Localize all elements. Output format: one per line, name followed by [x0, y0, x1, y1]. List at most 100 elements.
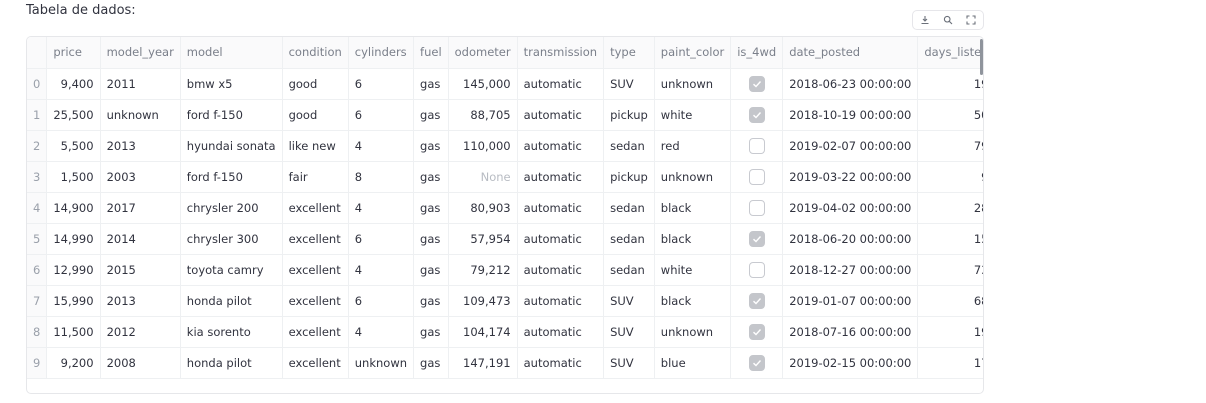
cell-model-year[interactable]: 2008 — [100, 347, 181, 379]
cell-days-listed[interactable]: 19 — [917, 68, 983, 100]
cell-date-posted[interactable]: 2018-06-23 00:00:00 — [782, 68, 919, 100]
cell-is-4wd[interactable] — [730, 254, 784, 286]
cell-type[interactable]: sedan — [603, 192, 655, 224]
cell-model[interactable]: toyota camry — [180, 254, 283, 286]
cell-odometer[interactable]: 88,705 — [448, 99, 518, 131]
cell-date-posted[interactable]: 2019-02-07 00:00:00 — [782, 130, 919, 162]
cell-odometer[interactable]: 79,212 — [448, 254, 518, 286]
cell-model-year[interactable]: 2017 — [100, 192, 181, 224]
cell-model[interactable]: chrysler 200 — [180, 192, 283, 224]
row-index[interactable]: 4 — [27, 192, 48, 224]
cell-transmission[interactable]: automatic — [517, 223, 605, 255]
vertical-scrollbar[interactable] — [980, 39, 983, 75]
column-header-transmission[interactable]: transmission — [517, 37, 605, 69]
cell-days-listed[interactable]: 73 — [917, 254, 983, 286]
cell-type[interactable]: SUV — [603, 316, 655, 348]
column-header-date-posted[interactable]: date_posted — [782, 37, 919, 69]
column-header-fuel[interactable]: fuel — [413, 37, 449, 69]
cell-type[interactable]: sedan — [603, 254, 655, 286]
cell-model-year[interactable]: 2011 — [100, 68, 181, 100]
cell-model-year[interactable]: 2013 — [100, 285, 181, 317]
table-row[interactable]: 4 14,900 2017 chrysler 200 excellent 4 gas 80,9… — [27, 192, 983, 224]
cell-is-4wd[interactable] — [730, 161, 784, 193]
column-header-cylinders[interactable]: cylinders — [348, 37, 415, 69]
cell-model[interactable]: honda pilot — [180, 285, 283, 317]
table-row[interactable]: 3 1,500 2003 ford f-150 fair 8 gas None automati… — [27, 161, 983, 193]
cell-paint-color[interactable]: black — [654, 192, 732, 224]
cell-cylinders[interactable]: 4 — [348, 254, 415, 286]
cell-days-listed[interactable]: 50 — [917, 99, 983, 131]
table-row[interactable]: 1 25,500 unknown ford f-150 good 6 gas 88,705 au… — [27, 99, 983, 131]
column-header-type[interactable]: type — [603, 37, 655, 69]
cell-transmission[interactable]: automatic — [517, 254, 605, 286]
cell-price[interactable]: 14,990 — [46, 223, 101, 255]
cell-condition[interactable]: fair — [282, 161, 349, 193]
cell-condition[interactable]: excellent — [282, 223, 349, 255]
column-header-model-year[interactable]: model_year — [100, 37, 181, 69]
cell-fuel[interactable]: gas — [413, 68, 449, 100]
cell-condition[interactable]: excellent — [282, 316, 349, 348]
cell-price[interactable]: 14,900 — [46, 192, 101, 224]
cell-price[interactable]: 9,400 — [46, 68, 101, 100]
table-row[interactable]: 7 15,990 2013 honda pilot excellent 6 gas 109,4… — [27, 285, 983, 317]
table-row[interactable]: 2 5,500 2013 hyundai sonata like new 4 gas 110,… — [27, 130, 983, 162]
cell-price[interactable]: 11,500 — [46, 316, 101, 348]
cell-days-listed[interactable]: 19 — [917, 316, 983, 348]
download-icon[interactable] — [916, 11, 934, 29]
cell-paint-color[interactable]: unknown — [654, 161, 732, 193]
row-index[interactable]: 6 — [27, 254, 48, 286]
cell-cylinders[interactable]: 6 — [348, 223, 415, 255]
fullscreen-icon[interactable] — [962, 11, 980, 29]
cell-paint-color[interactable]: black — [654, 223, 732, 255]
cell-price[interactable]: 25,500 — [46, 99, 101, 131]
cell-is-4wd[interactable] — [730, 285, 784, 317]
cell-paint-color[interactable]: blue — [654, 347, 732, 379]
cell-cylinders[interactable]: unknown — [348, 347, 415, 379]
cell-transmission[interactable]: automatic — [517, 68, 605, 100]
cell-type[interactable]: SUV — [603, 68, 655, 100]
cell-transmission[interactable]: automatic — [517, 316, 605, 348]
cell-model[interactable]: honda pilot — [180, 347, 283, 379]
cell-cylinders[interactable]: 6 — [348, 99, 415, 131]
cell-model-year[interactable]: 2015 — [100, 254, 181, 286]
cell-transmission[interactable]: automatic — [517, 99, 605, 131]
cell-odometer[interactable]: None — [448, 161, 518, 193]
cell-days-listed[interactable]: 15 — [917, 223, 983, 255]
cell-model[interactable]: kia sorento — [180, 316, 283, 348]
cell-odometer[interactable]: 147,191 — [448, 347, 518, 379]
cell-model-year[interactable]: 2014 — [100, 223, 181, 255]
cell-price[interactable]: 12,990 — [46, 254, 101, 286]
row-index[interactable]: 0 — [27, 68, 48, 100]
row-index[interactable]: 9 — [27, 347, 48, 379]
column-header-index[interactable] — [27, 37, 48, 69]
cell-type[interactable]: pickup — [603, 99, 655, 131]
cell-date-posted[interactable]: 2018-12-27 00:00:00 — [782, 254, 919, 286]
cell-days-listed[interactable]: 17 — [917, 347, 983, 379]
cell-odometer[interactable]: 110,000 — [448, 130, 518, 162]
column-header-days-listed[interactable]: days_listed — [917, 37, 983, 69]
cell-condition[interactable]: good — [282, 99, 349, 131]
table-row[interactable]: 9 9,200 2008 honda pilot excellent unknown gas… — [27, 347, 983, 379]
cell-model[interactable]: ford f-150 — [180, 99, 283, 131]
row-index[interactable]: 3 — [27, 161, 48, 193]
cell-price[interactable]: 5,500 — [46, 130, 101, 162]
cell-condition[interactable]: excellent — [282, 285, 349, 317]
cell-model-year[interactable]: unknown — [100, 99, 181, 131]
column-header-is-4wd[interactable]: is_4wd — [730, 37, 784, 69]
cell-date-posted[interactable]: 2018-06-20 00:00:00 — [782, 223, 919, 255]
cell-paint-color[interactable]: white — [654, 99, 732, 131]
row-index[interactable]: 7 — [27, 285, 48, 317]
cell-condition[interactable]: like new — [282, 130, 349, 162]
cell-type[interactable]: SUV — [603, 347, 655, 379]
table-row[interactable]: 0 9,400 2011 bmw x5 good 6 gas 145,000 automatic… — [27, 68, 983, 100]
cell-is-4wd[interactable] — [730, 68, 784, 100]
cell-price[interactable]: 1,500 — [46, 161, 101, 193]
cell-fuel[interactable]: gas — [413, 223, 449, 255]
column-header-condition[interactable]: condition — [282, 37, 349, 69]
cell-paint-color[interactable]: unknown — [654, 68, 732, 100]
cell-cylinders[interactable]: 4 — [348, 316, 415, 348]
cell-days-listed[interactable]: 68 — [917, 285, 983, 317]
row-index[interactable]: 1 — [27, 99, 48, 131]
cell-is-4wd[interactable] — [730, 316, 784, 348]
cell-cylinders[interactable]: 6 — [348, 68, 415, 100]
